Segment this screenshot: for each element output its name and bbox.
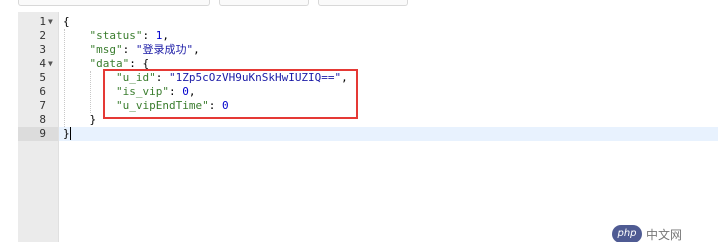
toolbar-button[interactable] [18, 0, 210, 6]
line-number: 9 [39, 127, 46, 140]
code-token: : [122, 43, 136, 56]
code-token: } [63, 127, 70, 140]
line-number: 3 [39, 43, 46, 56]
code-area[interactable]: { "status": 1, "msg": "登录成功", "data": { … [59, 12, 718, 242]
code-token: : [142, 29, 156, 42]
code-line: { [63, 15, 70, 29]
text-cursor [70, 127, 71, 140]
php-logo: php [612, 225, 642, 242]
active-line-highlight [59, 127, 718, 141]
line-number: 1 [39, 15, 46, 28]
toolbar-remnant [0, 0, 718, 6]
line-number: 6 [39, 85, 46, 98]
toolbar-button[interactable] [318, 0, 408, 6]
json-viewer-screen: 1 ▼ 2 3 4 ▼ 5 6 7 8 9 { "status": 1, "msg": "登录成功"… [0, 0, 718, 242]
code-token: , [193, 43, 200, 56]
code-token: } [63, 113, 97, 126]
highlight-annotation-box [103, 69, 358, 119]
line-number: 7 [39, 99, 46, 112]
line-number: 8 [39, 113, 46, 126]
site-watermark: php 中文网 [612, 225, 682, 242]
code-token: { [63, 15, 70, 28]
line-number: 5 [39, 71, 46, 84]
line-number: 2 [39, 29, 46, 42]
triangle-down-icon[interactable]: ▼ [48, 57, 56, 71]
code-token: "登录成功" [135, 43, 194, 56]
toolbar-button[interactable] [219, 0, 309, 6]
code-line: } [63, 113, 96, 127]
line-number: 4 [39, 57, 46, 70]
code-line: "status": 1, [63, 29, 169, 43]
code-token: "status" [89, 29, 143, 42]
line-number-gutter: 1 ▼ 2 3 4 ▼ 5 6 7 8 9 [18, 12, 59, 242]
watermark-text: 中文网 [646, 227, 683, 242]
code-token: , [162, 29, 169, 42]
code-token: "msg" [89, 43, 123, 56]
code-line: "msg": "登录成功", [63, 43, 200, 57]
code-editor[interactable]: 1 ▼ 2 3 4 ▼ 5 6 7 8 9 { "status": 1, "msg": "登录成功"… [18, 12, 718, 242]
triangle-down-icon[interactable]: ▼ [48, 15, 56, 29]
code-line: } [63, 127, 70, 141]
